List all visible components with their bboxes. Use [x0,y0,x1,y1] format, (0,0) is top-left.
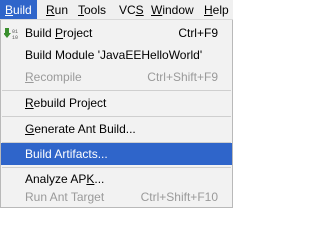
menu-item-recompile: Recompile Ctrl+Shift+F9 [1,66,232,88]
menu-bar: Build Run Tools VCS Window Help [0,0,233,20]
svg-text:10: 10 [12,35,18,41]
label-part: ... [94,172,105,186]
menu-help-mnemonic: H [204,3,213,17]
menu-vcs-mnemonic: S [135,3,144,17]
menu-separator [2,116,231,117]
label-mnemonic: R [25,96,34,110]
menu-item-shortcut: Ctrl+Shift+F10 [140,190,218,204]
label-part: Analyze AP [25,172,87,186]
menu-item-build-module[interactable]: Build Module 'JavaEEHelloWorld' [1,44,232,66]
menu-item-shortcut: Ctrl+F9 [178,26,218,40]
menu-vcs[interactable]: VCS [114,0,149,19]
build-icon: 01 10 [3,26,22,41]
menu-item-label: Build Artifacts... [25,147,108,161]
menu-item-build-artifacts[interactable]: Build Artifacts... [1,143,232,165]
menu-item-rebuild-project[interactable]: Rebuild Project [1,92,232,114]
menu-build[interactable]: Build [0,0,37,19]
menu-item-label: Build Project [25,22,92,44]
menu-item-build-project[interactable]: 01 10 Build Project Ctrl+F9 [1,22,232,44]
build-menu-dropdown: 01 10 Build Project Ctrl+F9 Build Module… [0,20,233,208]
label-mnemonic: G [25,122,35,136]
label-part: Build [25,26,56,40]
menu-run-mnemonic: R [46,3,55,17]
menu-item-label: Run Ant Target [25,190,105,204]
menu-item-generate-ant-build[interactable]: Generate Ant Build... [1,118,232,140]
menu-run[interactable]: Run [41,0,73,19]
menu-run-label-rest: un [54,3,69,17]
label-part: ecompile [33,70,82,84]
menu-vcs-label-prefix: VC [119,3,136,17]
menu-tools[interactable]: Tools [73,0,111,19]
menu-item-label: Recompile [25,66,82,88]
menu-build-label-rest: uild [13,3,32,17]
menu-help[interactable]: Help [199,0,233,19]
label-mnemonic: R [25,70,34,84]
menu-item-label: Build Module 'JavaEEHelloWorld' [25,48,203,62]
menu-window-mnemonic: W [151,3,163,17]
menu-build-mnemonic: B [5,3,14,17]
menu-item-label: Rebuild Project [25,92,106,114]
menu-separator [2,90,231,91]
label-mnemonic: P [55,26,64,40]
menu-item-shortcut: Ctrl+Shift+F9 [147,70,218,84]
menu-window-label-rest: indow [162,3,194,17]
menu-tools-label-rest: ools [84,3,107,17]
label-part: enerate Ant Build... [34,122,136,136]
menu-item-run-ant-target: Run Ant Target Ctrl+Shift+F10 [1,186,232,208]
menu-window[interactable]: Window [146,0,199,19]
menu-item-label: Generate Ant Build... [25,118,136,140]
label-part: roject [63,26,93,40]
label-part: ebuild Project [33,96,107,110]
menu-help-label-rest: elp [212,3,229,17]
